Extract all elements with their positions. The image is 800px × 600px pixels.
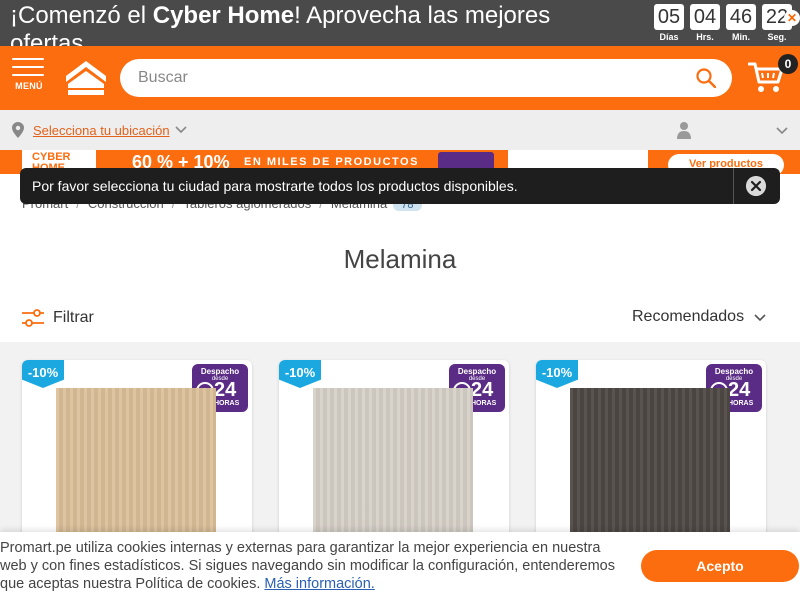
account-chevron-down-icon[interactable] <box>776 124 788 136</box>
countdown: 05 Días 04 Hrs. 46 Min. 22 Seg. <box>654 4 792 43</box>
banner-miles-text: EN MILES DE PRODUCTOS <box>244 156 419 168</box>
shipping-title: Despacho <box>200 367 240 376</box>
search-input[interactable] <box>138 59 678 97</box>
countdown-days: 05 Días <box>654 4 684 43</box>
location-bar: Selecciona tu ubicación <box>0 110 800 150</box>
countdown-seconds-label: Seg. <box>767 32 787 42</box>
close-icon[interactable] <box>746 176 766 196</box>
filter-sliders-icon <box>22 309 44 327</box>
discount-badge: -10% <box>536 360 578 388</box>
shipping-hours-unit: HORAS <box>728 400 754 407</box>
discount-badge: -10% <box>279 360 321 388</box>
page: ¡Comenzó el Cyber Home! Aprovecha las me… <box>0 0 800 600</box>
sort-chevron-down-icon[interactable] <box>754 312 766 324</box>
countdown-days-label: Días <box>659 32 679 42</box>
city-toast: Por favor selecciona tu ciudad para most… <box>20 168 780 204</box>
hamburger-icon-bar <box>12 74 44 76</box>
select-location-link[interactable]: Selecciona tu ubicación <box>33 123 170 138</box>
shipping-hours-number: 24 <box>471 379 494 401</box>
promo-text: ¡Comenzó el Cyber Home! Aprovecha las me… <box>10 2 610 46</box>
promart-logo-icon[interactable] <box>64 58 108 96</box>
promo-highlight: Cyber Home <box>152 2 295 29</box>
shipping-title: Despacho <box>714 367 754 376</box>
cart-button[interactable]: 0 <box>747 54 798 96</box>
toast-divider <box>733 168 734 204</box>
cookie-text: Promart.pe utiliza cookies internas y ex… <box>0 539 620 593</box>
accept-cookies-button[interactable]: Acepto <box>641 550 799 582</box>
user-icon[interactable] <box>676 121 692 139</box>
chevron-down-icon[interactable] <box>175 123 187 135</box>
shipping-hours-number: 24 <box>214 379 237 401</box>
hamburger-icon-bar <box>12 66 44 68</box>
sort-dropdown[interactable]: Recomendados <box>632 308 744 326</box>
menu-label: MENÚ <box>15 81 43 91</box>
countdown-days-value: 05 <box>654 4 684 30</box>
promo-close-icon[interactable]: ✕ <box>784 10 800 26</box>
hamburger-icon <box>12 58 44 60</box>
menu-button[interactable]: MENÚ <box>12 58 46 98</box>
countdown-hours-value: 04 <box>690 4 720 30</box>
countdown-minutes: 46 Min. <box>726 4 756 43</box>
filter-button[interactable]: Filtrar <box>22 308 94 328</box>
shipping-hours-unit: HORAS <box>471 400 497 407</box>
countdown-minutes-label: Min. <box>732 32 750 42</box>
countdown-minutes-value: 46 <box>726 4 756 30</box>
filter-label: Filtrar <box>53 309 94 326</box>
countdown-hours-label: Hrs. <box>696 32 714 42</box>
shipping-title: Despacho <box>457 367 497 376</box>
location-pin-icon <box>12 122 24 138</box>
promo-bar: ¡Comenzó el Cyber Home! Aprovecha las me… <box>0 0 800 46</box>
search-box <box>120 59 732 97</box>
cookie-banner: Promart.pe utiliza cookies internas y ex… <box>0 532 800 600</box>
shipping-hours-unit: HORAS <box>214 400 240 407</box>
shipping-hours-number: 24 <box>728 379 751 401</box>
page-title: Melamina <box>343 244 457 274</box>
countdown-hours: 04 Hrs. <box>690 4 720 43</box>
discount-badge: -10% <box>22 360 64 388</box>
header: MENÚ 0 <box>0 46 800 110</box>
toast-message: Por favor selecciona tu ciudad para most… <box>32 178 518 194</box>
search-icon[interactable] <box>696 68 716 88</box>
more-info-link[interactable]: Más información. <box>264 576 374 592</box>
cart-count-badge: 0 <box>778 54 798 74</box>
promo-prefix: ¡Comenzó el <box>10 2 153 29</box>
